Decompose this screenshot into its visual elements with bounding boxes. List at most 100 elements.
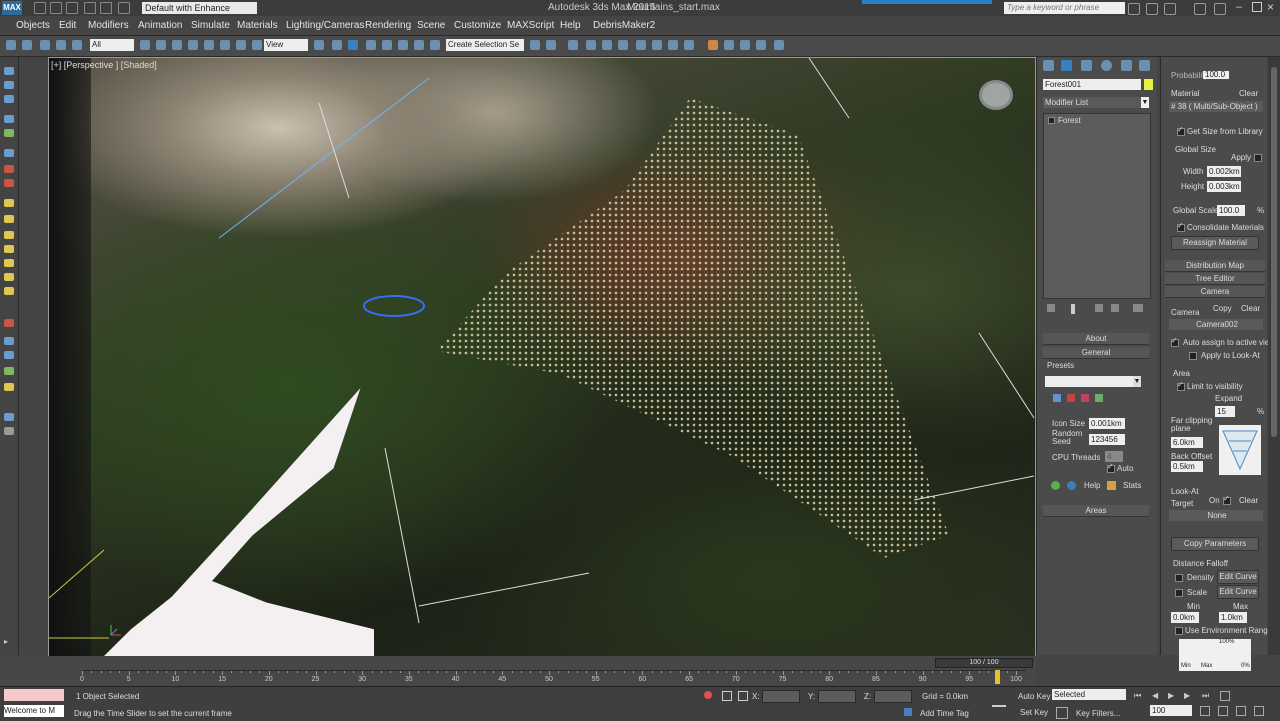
modifier-list-dropdown[interactable]: Modifier List bbox=[1043, 97, 1147, 108]
undo-icon[interactable] bbox=[84, 2, 96, 14]
help-icon[interactable] bbox=[1214, 3, 1226, 15]
presets-chevron-icon[interactable]: ▼ bbox=[1133, 376, 1141, 387]
add-time-tag[interactable]: Add Time Tag bbox=[920, 709, 969, 718]
menu-materials[interactable]: Materials bbox=[237, 20, 278, 31]
menu-lighting-cameras[interactable]: Lighting/Cameras bbox=[286, 20, 364, 31]
infocenter-icon[interactable] bbox=[1146, 3, 1158, 15]
y-coordinate-field[interactable] bbox=[818, 690, 856, 703]
create-camera-icon[interactable] bbox=[4, 115, 14, 123]
create-shape-icon[interactable] bbox=[4, 67, 14, 75]
camera-copy-button[interactable]: Copy bbox=[1213, 304, 1232, 313]
apply-lookat-checkbox[interactable] bbox=[1189, 352, 1197, 360]
unlink-icon[interactable] bbox=[56, 40, 66, 50]
far-clipping-field[interactable]: 6.0km bbox=[1171, 437, 1203, 448]
project-folder-icon[interactable] bbox=[118, 2, 130, 14]
rollout-about[interactable]: About bbox=[1043, 333, 1149, 345]
rollout-camera[interactable]: Camera bbox=[1165, 286, 1265, 298]
layer-manager-icon[interactable] bbox=[568, 40, 578, 50]
curve-editor-icon[interactable] bbox=[602, 40, 612, 50]
undo-icon[interactable] bbox=[6, 40, 16, 50]
mirror-icon[interactable] bbox=[530, 40, 540, 50]
menu-animation[interactable]: Animation bbox=[138, 20, 182, 31]
redo-icon[interactable] bbox=[100, 2, 112, 14]
zoom-extents-icon[interactable] bbox=[1218, 706, 1228, 716]
perspective-viewport[interactable]: [+] [Perspective ] [Shaded] bbox=[48, 57, 1036, 657]
redo-icon[interactable] bbox=[22, 40, 32, 50]
place-icon[interactable] bbox=[252, 40, 262, 50]
material-editor-icon[interactable] bbox=[636, 40, 646, 50]
show-end-result-icon[interactable] bbox=[1071, 304, 1075, 314]
back-offset-field[interactable]: 0.5km bbox=[1171, 461, 1203, 472]
maxscript-listener-input[interactable]: Welcome to M bbox=[4, 705, 64, 717]
edit-named-selection-icon[interactable] bbox=[430, 40, 440, 50]
move-icon[interactable] bbox=[204, 40, 214, 50]
display-tab-icon[interactable] bbox=[1121, 60, 1132, 71]
rotate-icon[interactable] bbox=[220, 40, 230, 50]
torus-icon[interactable] bbox=[4, 245, 14, 253]
play-icon[interactable]: ▶ bbox=[1168, 691, 1174, 700]
menu-maxscript[interactable]: MAXScript bbox=[507, 20, 554, 31]
grid-icon[interactable] bbox=[4, 427, 14, 435]
auto-threads-checkbox[interactable] bbox=[1107, 462, 1115, 473]
align-icon[interactable] bbox=[546, 40, 556, 50]
teapot-icon[interactable] bbox=[4, 259, 14, 267]
set-key-button[interactable]: Set Key bbox=[1020, 708, 1048, 717]
stats-link[interactable]: Stats bbox=[1123, 481, 1141, 490]
rollout-general[interactable]: General bbox=[1043, 347, 1149, 359]
graphite-ribbon-icon[interactable] bbox=[586, 40, 596, 50]
target-slot[interactable]: None bbox=[1169, 510, 1263, 521]
modify-tab-icon[interactable] bbox=[1061, 60, 1072, 71]
random-seed-field[interactable]: 123456 bbox=[1089, 434, 1125, 445]
scale-icon[interactable] bbox=[236, 40, 246, 50]
scrollbar-thumb[interactable] bbox=[1271, 67, 1277, 437]
search-icon[interactable] bbox=[1128, 3, 1140, 15]
key-filters-button[interactable]: Key Filters... bbox=[1076, 709, 1120, 718]
load-preset-icon[interactable] bbox=[1081, 394, 1089, 402]
copy-parameters-button[interactable]: Copy Parameters bbox=[1171, 537, 1259, 551]
space-warps-icon[interactable] bbox=[4, 149, 14, 157]
pivot-center-icon[interactable] bbox=[314, 40, 324, 50]
object-name-field[interactable]: Forest001 bbox=[1043, 79, 1141, 90]
go-to-start-icon[interactable]: ⏮ bbox=[1134, 691, 1141, 701]
schematic-view-icon[interactable] bbox=[618, 40, 628, 50]
debrismaker-icon[interactable] bbox=[708, 40, 718, 50]
save-file-icon[interactable] bbox=[66, 2, 78, 14]
hierarchy-tab-icon[interactable] bbox=[1081, 60, 1092, 71]
plugin-tool-icon[interactable] bbox=[724, 40, 734, 50]
app-logo-icon[interactable]: MAX bbox=[2, 1, 22, 15]
expand-arrow-icon[interactable]: ▸ bbox=[4, 637, 8, 646]
density-edit-curve-button[interactable]: Edit Curve bbox=[1217, 570, 1259, 584]
create-geometry-icon[interactable] bbox=[4, 81, 14, 89]
object-color-swatch[interactable] bbox=[1144, 79, 1153, 90]
x-coordinate-field[interactable] bbox=[762, 690, 800, 703]
cone-icon[interactable] bbox=[4, 273, 14, 281]
orbit-icon[interactable] bbox=[1254, 706, 1264, 716]
menu-customize[interactable]: Customize bbox=[454, 20, 501, 31]
key-mode-dropdown[interactable]: Selected bbox=[1052, 689, 1126, 700]
new-file-icon[interactable] bbox=[34, 2, 46, 14]
density-checkbox[interactable] bbox=[1175, 574, 1183, 582]
favorites-icon[interactable] bbox=[1164, 3, 1176, 15]
time-configuration-icon[interactable] bbox=[1200, 706, 1210, 716]
menu-debrismaker2[interactable]: DebrisMaker2 bbox=[593, 20, 655, 31]
help-link[interactable]: Help bbox=[1084, 481, 1100, 490]
material-slot[interactable]: # 38 ( Multi/Sub-Object ) bbox=[1169, 101, 1263, 112]
key-mode-toggle-icon[interactable] bbox=[1220, 691, 1230, 701]
menu-objects[interactable]: Objects bbox=[16, 20, 50, 31]
open-file-icon[interactable] bbox=[50, 2, 62, 14]
target-on-checkbox[interactable] bbox=[1223, 494, 1231, 505]
selection-lock-icon[interactable] bbox=[722, 691, 732, 701]
percent-snap-icon[interactable] bbox=[398, 40, 408, 50]
width-field[interactable]: 0.002km bbox=[1207, 166, 1241, 177]
user-icon[interactable] bbox=[1194, 3, 1206, 15]
viewport-label[interactable]: [+] [Perspective ] [Shaded] bbox=[51, 60, 157, 70]
probability-field[interactable]: 100.0 bbox=[1203, 71, 1229, 79]
menu-modifiers[interactable]: Modifiers bbox=[88, 20, 129, 31]
time-slider[interactable]: 100 / 100 bbox=[935, 658, 1033, 668]
expand-field[interactable]: 15 bbox=[1215, 406, 1235, 417]
search-input[interactable]: Type a keyword or phrase bbox=[1004, 2, 1125, 14]
modifier-stack[interactable]: Forest bbox=[1043, 113, 1151, 299]
menu-rendering[interactable]: Rendering bbox=[365, 20, 411, 31]
cylinder-icon[interactable] bbox=[4, 231, 14, 239]
rollout-areas[interactable]: Areas bbox=[1043, 505, 1149, 517]
